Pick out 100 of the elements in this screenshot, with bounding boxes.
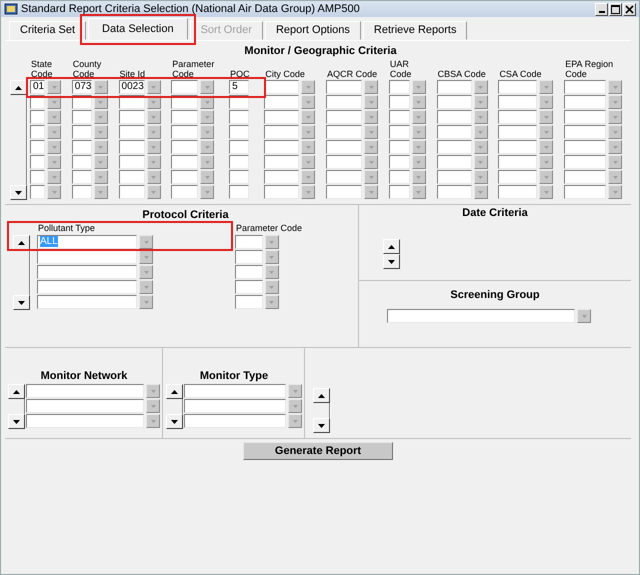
dropdown-button[interactable] [412,125,426,139]
dropdown-button[interactable] [412,110,426,124]
input-field[interactable] [37,280,137,294]
input-field[interactable] [264,140,300,154]
maximize-button[interactable] [609,2,622,16]
dropdown-button[interactable] [94,185,108,199]
input-field[interactable]: 073 [72,80,92,94]
dropdown-button[interactable] [47,140,61,154]
input-field[interactable] [436,110,472,124]
dropdown-button[interactable] [608,170,622,184]
dropdown-button[interactable] [94,140,108,154]
dropdown-button[interactable] [539,80,554,94]
dropdown-button[interactable] [412,80,426,94]
dropdown-button[interactable] [94,80,108,94]
scrollbar[interactable] [166,384,183,429]
input-field[interactable]: 5 [229,80,250,94]
dropdown-button[interactable] [474,185,488,199]
dropdown-button[interactable] [412,140,426,154]
input-field[interactable] [37,295,137,309]
input-field[interactable] [30,125,45,139]
dropdown-button[interactable] [139,265,153,279]
input-field[interactable] [234,265,263,279]
input-field[interactable] [118,125,145,139]
input-field[interactable] [564,185,606,199]
input-field[interactable] [326,185,362,199]
dropdown-button[interactable] [94,155,108,169]
scrollbar[interactable] [10,80,27,200]
scrollbar[interactable] [313,388,330,433]
dropdown-button[interactable] [146,384,160,398]
input-field[interactable] [498,185,538,199]
dropdown-button[interactable] [146,185,161,199]
dropdown-button[interactable] [139,295,153,309]
scrollbar[interactable] [8,384,25,429]
input-field[interactable] [184,399,286,413]
input-field[interactable] [564,80,606,94]
input-field[interactable] [326,155,362,169]
input-field[interactable] [229,170,250,184]
tab[interactable]: Retrieve Reports [362,21,468,40]
input-field[interactable] [118,110,145,124]
dropdown-button[interactable] [47,185,61,199]
dropdown-button[interactable] [47,80,61,94]
dropdown-button[interactable] [264,295,279,309]
dropdown-button[interactable] [47,155,61,169]
dropdown-button[interactable] [539,110,554,124]
dropdown-button[interactable] [412,95,426,109]
input-field[interactable] [326,140,362,154]
dropdown-button[interactable] [539,155,554,169]
input-field[interactable] [326,170,362,184]
input-field[interactable] [264,80,300,94]
input-field[interactable] [72,155,92,169]
generate-report-button[interactable]: Generate Report [243,442,393,460]
input-field[interactable] [436,80,472,94]
dropdown-button[interactable] [200,170,214,184]
input-field[interactable] [229,110,250,124]
input-field[interactable] [72,110,92,124]
dropdown-button[interactable] [288,414,302,428]
input-field[interactable] [229,140,250,154]
input-field[interactable] [37,265,137,279]
input-field[interactable] [118,140,145,154]
dropdown-button[interactable] [47,170,61,184]
tab[interactable]: Report Options [264,21,361,40]
dropdown-button[interactable] [301,170,316,184]
input-field[interactable] [564,95,606,109]
scroll-up-button[interactable] [10,80,27,95]
input-field[interactable] [436,155,472,169]
tab[interactable]: Data Selection [88,18,188,40]
input-field[interactable] [229,125,250,139]
dropdown-button[interactable] [264,265,279,279]
dropdown-button[interactable] [200,80,214,94]
dropdown-button[interactable] [301,155,316,169]
spin-down-button[interactable] [383,254,400,269]
dropdown-button[interactable] [301,80,316,94]
dropdown-button[interactable] [539,95,554,109]
dropdown-button[interactable] [539,140,554,154]
dropdown-button[interactable] [608,185,622,199]
input-field[interactable] [118,170,145,184]
minimize-button[interactable] [595,2,608,16]
dropdown-button[interactable] [200,110,214,124]
dropdown-button[interactable] [146,170,161,184]
dropdown-button[interactable] [474,140,488,154]
input-field[interactable] [26,399,144,413]
input-field[interactable] [234,280,263,294]
tab[interactable]: Criteria Set [9,21,86,40]
input-field[interactable] [436,170,472,184]
input-field[interactable] [234,235,263,249]
dropdown-button[interactable] [577,309,591,323]
dropdown-button[interactable] [139,250,153,264]
input-field[interactable] [171,125,198,139]
input-field[interactable] [564,155,606,169]
input-field[interactable] [30,185,45,199]
dropdown-button[interactable] [301,110,316,124]
input-field[interactable] [264,95,300,109]
input-field[interactable] [229,155,250,169]
input-field[interactable] [229,185,250,199]
dropdown-button[interactable] [364,95,378,109]
dropdown-button[interactable] [301,95,316,109]
dropdown-button[interactable] [146,110,161,124]
dropdown-button[interactable] [364,80,378,94]
input-field[interactable] [30,155,45,169]
input-field[interactable] [436,140,472,154]
